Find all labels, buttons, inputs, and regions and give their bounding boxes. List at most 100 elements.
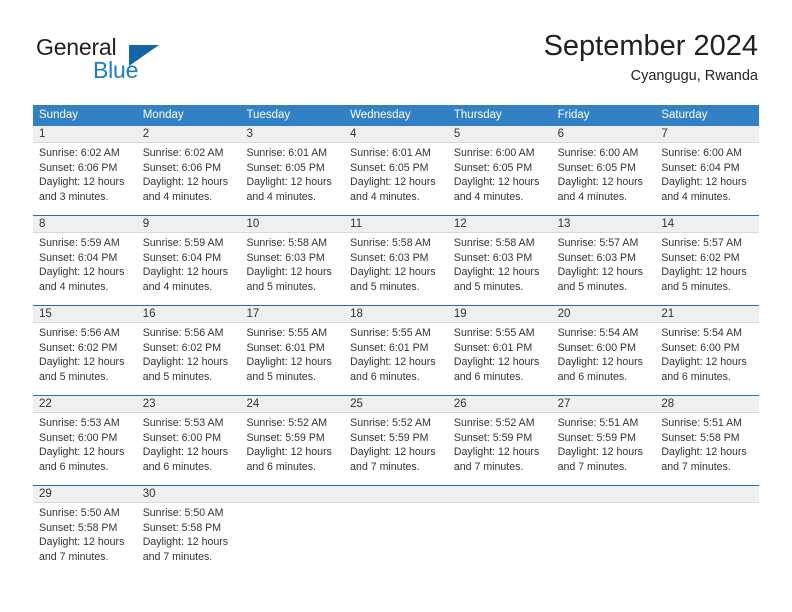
sunrise-text: Sunrise: 5:55 AM bbox=[246, 327, 328, 339]
day-cell[interactable]: 21 Sunrise: 5:54 AM Sunset: 6:00 PM Dayl… bbox=[655, 306, 760, 395]
sunset-text: Sunset: 6:01 PM bbox=[246, 341, 325, 354]
page-title: September 2024 bbox=[543, 30, 758, 62]
day-cell[interactable]: 25 Sunrise: 5:52 AM Sunset: 5:59 PM Dayl… bbox=[344, 396, 448, 485]
day-cell-empty bbox=[551, 486, 656, 572]
sunrise-text: Sunrise: 5:56 AM bbox=[142, 327, 224, 339]
day-cell[interactable]: 30 Sunrise: 5:50 AM Sunset: 5:58 PM Dayl… bbox=[136, 486, 241, 572]
sunrise-text: Sunrise: 5:57 AM bbox=[661, 237, 742, 249]
daylight-text-line1: Daylight: 12 hours bbox=[557, 446, 643, 459]
sunrise-text: Sunrise: 5:51 AM bbox=[557, 417, 639, 429]
weekday-header-tuesday: Tuesday bbox=[246, 109, 291, 121]
daylight-text-line2: and 6 minutes. bbox=[142, 460, 213, 473]
weekday-header-friday: Friday bbox=[557, 109, 590, 121]
day-cell[interactable]: 20 Sunrise: 5:54 AM Sunset: 6:00 PM Dayl… bbox=[551, 306, 656, 395]
day-cell[interactable]: 26 Sunrise: 5:52 AM Sunset: 5:59 PM Dayl… bbox=[447, 396, 552, 485]
day-details: Sunrise: 6:00 AM Sunset: 6:04 PM Dayligh… bbox=[655, 143, 759, 204]
day-details: Sunrise: 5:59 AM Sunset: 6:04 PM Dayligh… bbox=[33, 233, 137, 294]
sunrise-text: Sunrise: 6:01 AM bbox=[246, 147, 328, 159]
day-cell[interactable]: 27 Sunrise: 5:51 AM Sunset: 5:59 PM Dayl… bbox=[551, 396, 656, 485]
day-details bbox=[344, 503, 448, 506]
day-cell[interactable]: 17 Sunrise: 5:55 AM Sunset: 6:01 PM Dayl… bbox=[240, 306, 345, 395]
daylight-text-line1: Daylight: 12 hours bbox=[39, 266, 125, 279]
daylight-text-line1: Daylight: 12 hours bbox=[246, 266, 332, 279]
day-number: 4 bbox=[344, 126, 448, 143]
day-cell[interactable]: 15 Sunrise: 5:56 AM Sunset: 6:02 PM Dayl… bbox=[33, 306, 137, 395]
day-number: 10 bbox=[240, 216, 345, 233]
day-number: 24 bbox=[240, 396, 345, 413]
sunrise-text: Sunrise: 5:59 AM bbox=[39, 237, 120, 249]
day-details: Sunrise: 5:55 AM Sunset: 6:01 PM Dayligh… bbox=[240, 323, 344, 384]
day-cell[interactable]: 1 Sunrise: 6:02 AM Sunset: 6:06 PM Dayli… bbox=[33, 126, 137, 215]
day-cell[interactable]: 7 Sunrise: 6:00 AM Sunset: 6:04 PM Dayli… bbox=[655, 126, 760, 215]
day-cell[interactable]: 18 Sunrise: 5:55 AM Sunset: 6:01 PM Dayl… bbox=[344, 306, 448, 395]
day-details bbox=[655, 503, 759, 506]
day-number: 15 bbox=[33, 306, 137, 323]
day-cell[interactable]: 16 Sunrise: 5:56 AM Sunset: 6:02 PM Dayl… bbox=[136, 306, 241, 395]
day-cell[interactable]: 8 Sunrise: 5:59 AM Sunset: 6:04 PM Dayli… bbox=[33, 216, 137, 305]
day-cell[interactable]: 10 Sunrise: 5:58 AM Sunset: 6:03 PM Dayl… bbox=[240, 216, 345, 305]
day-number bbox=[447, 486, 552, 503]
sunset-text: Sunset: 6:03 PM bbox=[246, 251, 325, 264]
day-details: Sunrise: 6:02 AM Sunset: 6:06 PM Dayligh… bbox=[137, 143, 241, 204]
daylight-text-line2: and 4 minutes. bbox=[39, 280, 109, 293]
day-cell[interactable]: 13 Sunrise: 5:57 AM Sunset: 6:03 PM Dayl… bbox=[551, 216, 656, 305]
daylight-text-line2: and 5 minutes. bbox=[39, 370, 109, 383]
sunrise-text: Sunrise: 5:53 AM bbox=[142, 417, 224, 429]
daylight-text-line2: and 7 minutes. bbox=[39, 550, 109, 563]
day-number: 18 bbox=[344, 306, 448, 323]
day-cell[interactable]: 11 Sunrise: 5:58 AM Sunset: 6:03 PM Dayl… bbox=[344, 216, 448, 305]
daylight-text-line1: Daylight: 12 hours bbox=[246, 176, 332, 189]
day-cell[interactable]: 12 Sunrise: 5:58 AM Sunset: 6:03 PM Dayl… bbox=[447, 216, 552, 305]
day-cell[interactable]: 2 Sunrise: 6:02 AM Sunset: 6:06 PM Dayli… bbox=[136, 126, 241, 215]
day-cell[interactable]: 28 Sunrise: 5:51 AM Sunset: 5:58 PM Dayl… bbox=[655, 396, 760, 485]
day-details: Sunrise: 5:53 AM Sunset: 6:00 PM Dayligh… bbox=[137, 413, 241, 474]
day-number: 22 bbox=[33, 396, 137, 413]
daylight-text-line1: Daylight: 12 hours bbox=[246, 446, 332, 459]
day-cell[interactable]: 19 Sunrise: 5:55 AM Sunset: 6:01 PM Dayl… bbox=[447, 306, 552, 395]
sunset-text: Sunset: 6:02 PM bbox=[39, 341, 118, 354]
day-details: Sunrise: 5:58 AM Sunset: 6:03 PM Dayligh… bbox=[344, 233, 448, 294]
daylight-text-line2: and 6 minutes. bbox=[39, 460, 109, 473]
sunset-text: Sunset: 6:04 PM bbox=[661, 161, 740, 174]
day-cell[interactable]: 14 Sunrise: 5:57 AM Sunset: 6:02 PM Dayl… bbox=[655, 216, 760, 305]
day-cell[interactable]: 5 Sunrise: 6:00 AM Sunset: 6:05 PM Dayli… bbox=[447, 126, 552, 215]
day-cell[interactable]: 24 Sunrise: 5:52 AM Sunset: 5:59 PM Dayl… bbox=[240, 396, 345, 485]
day-cell[interactable]: 3 Sunrise: 6:01 AM Sunset: 6:05 PM Dayli… bbox=[240, 126, 345, 215]
day-details bbox=[240, 503, 344, 506]
daylight-text-line2: and 4 minutes. bbox=[142, 190, 213, 203]
daylight-text-line2: and 5 minutes. bbox=[246, 280, 316, 293]
sunrise-text: Sunrise: 5:58 AM bbox=[246, 237, 328, 249]
sunset-text: Sunset: 6:02 PM bbox=[142, 341, 222, 354]
daylight-text-line1: Daylight: 12 hours bbox=[142, 536, 229, 549]
sunset-text: Sunset: 6:05 PM bbox=[350, 161, 429, 174]
day-cell[interactable]: 22 Sunrise: 5:53 AM Sunset: 6:00 PM Dayl… bbox=[33, 396, 137, 485]
daylight-text-line1: Daylight: 12 hours bbox=[661, 176, 747, 189]
sunset-text: Sunset: 5:59 PM bbox=[453, 431, 533, 444]
daylight-text-line2: and 4 minutes. bbox=[453, 190, 524, 203]
sunset-text: Sunset: 5:58 PM bbox=[142, 521, 222, 534]
weekday-header-monday: Monday bbox=[142, 109, 184, 121]
day-details: Sunrise: 5:57 AM Sunset: 6:03 PM Dayligh… bbox=[552, 233, 656, 294]
day-cell[interactable]: 4 Sunrise: 6:01 AM Sunset: 6:05 PM Dayli… bbox=[344, 126, 448, 215]
daylight-text-line2: and 5 minutes. bbox=[142, 370, 213, 383]
sunset-text: Sunset: 6:00 PM bbox=[142, 431, 222, 444]
day-cell[interactable]: 6 Sunrise: 6:00 AM Sunset: 6:05 PM Dayli… bbox=[551, 126, 656, 215]
daylight-text-line1: Daylight: 12 hours bbox=[142, 356, 229, 369]
daylight-text-line2: and 6 minutes. bbox=[246, 460, 316, 473]
brand-logo[interactable]: General Blue bbox=[33, 34, 233, 90]
day-cell[interactable]: 23 Sunrise: 5:53 AM Sunset: 6:00 PM Dayl… bbox=[136, 396, 241, 485]
day-cell[interactable]: 9 Sunrise: 5:59 AM Sunset: 6:04 PM Dayli… bbox=[136, 216, 241, 305]
week-row: 29 Sunrise: 5:50 AM Sunset: 5:58 PM Dayl… bbox=[33, 485, 760, 572]
day-details: Sunrise: 5:58 AM Sunset: 6:03 PM Dayligh… bbox=[240, 233, 344, 294]
day-cell[interactable]: 29 Sunrise: 5:50 AM Sunset: 5:58 PM Dayl… bbox=[33, 486, 137, 572]
daylight-text-line1: Daylight: 12 hours bbox=[350, 446, 436, 459]
daylight-text-line1: Daylight: 12 hours bbox=[350, 356, 436, 369]
daylight-text-line1: Daylight: 12 hours bbox=[39, 356, 125, 369]
day-number: 26 bbox=[447, 396, 552, 413]
day-number bbox=[551, 486, 656, 503]
day-details bbox=[552, 503, 656, 506]
day-number: 13 bbox=[551, 216, 656, 233]
sunset-text: Sunset: 6:02 PM bbox=[661, 251, 740, 264]
sunrise-text: Sunrise: 5:56 AM bbox=[39, 327, 120, 339]
week-row: 15 Sunrise: 5:56 AM Sunset: 6:02 PM Dayl… bbox=[33, 305, 760, 395]
